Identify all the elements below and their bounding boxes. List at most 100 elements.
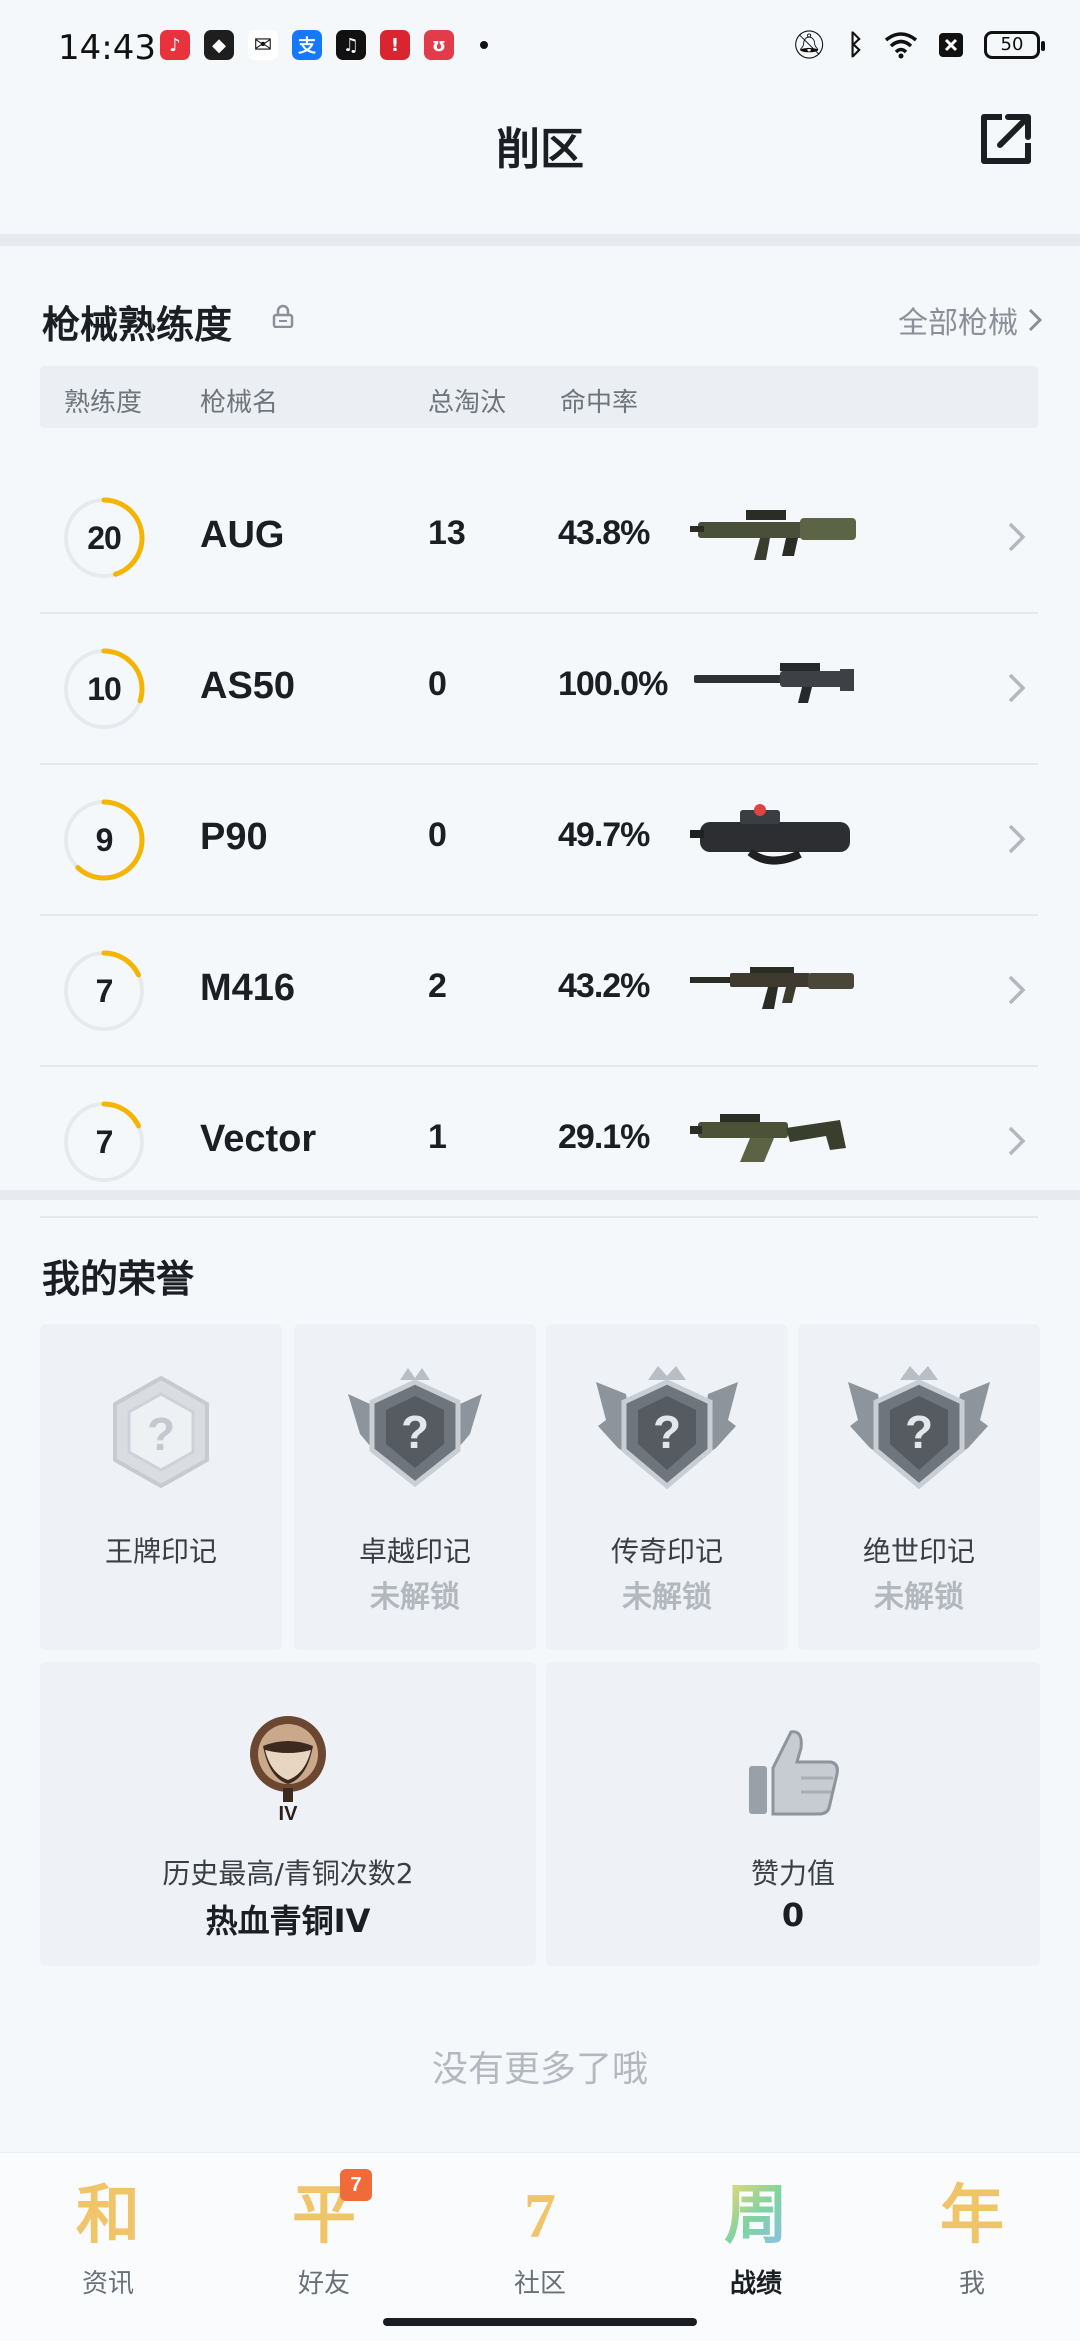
- honor-name: 传奇印记: [610, 1535, 723, 1568]
- status-bar: 14:43 ♪ ◆ ✉ 支 ♫ ! ʊ 🔕︎ ᛒ 50: [0, 0, 1080, 95]
- system-icons: 🔕︎ ᛒ 50: [792, 28, 1045, 61]
- proficiency-level: 7: [95, 1123, 114, 1160]
- weapon-image-icon: [690, 510, 856, 560]
- weapon-name: M416: [200, 967, 296, 1009]
- share-icon[interactable]: [974, 107, 1038, 171]
- me-icon: 年: [940, 2171, 1004, 2261]
- nav-item-stats[interactable]: 周 战绩: [676, 2171, 836, 2311]
- weapon-accuracy: 29.1%: [558, 1118, 650, 1156]
- rank-label: 历史最高/青铜次数2: [162, 1857, 414, 1890]
- weapon-row[interactable]: 7 M416 2 43.2%: [40, 915, 1038, 1067]
- weapon-accuracy: 43.2%: [558, 967, 650, 1005]
- weapon-image-icon: [690, 1114, 846, 1162]
- weapon-image-icon: [690, 967, 854, 1009]
- likes-card[interactable]: 赞力值 0: [546, 1662, 1040, 1966]
- nav-glyph: 年: [940, 2178, 1004, 2253]
- silver-winged-crown-badge-icon: ?: [596, 1366, 738, 1490]
- friends-badge: 7: [340, 2169, 372, 2201]
- nav-item-community[interactable]: 7 社区: [460, 2171, 620, 2311]
- rank-icon-text: IV: [279, 1803, 299, 1824]
- weapon-kills: 2: [428, 967, 447, 1005]
- column-name: 枪械名: [200, 388, 279, 418]
- news-icon: 和: [76, 2171, 140, 2261]
- column-accuracy: 命中率: [560, 388, 639, 418]
- weapon-row[interactable]: 20 AUG 13 43.8%: [40, 462, 1038, 614]
- nav-label: 社区: [513, 2269, 566, 2299]
- silver-winged-crown-badge-icon: ?: [848, 1366, 990, 1490]
- section-title: 我的荣誉: [42, 1257, 195, 1301]
- nav-item-friends[interactable]: 平7 好友: [244, 2169, 404, 2311]
- weapon-image-icon: [694, 663, 854, 703]
- red-app-icon: ʊ: [424, 30, 454, 60]
- weapon-row[interactable]: 10 AS50 0 100.0%: [40, 613, 1038, 765]
- nav-label: 我: [958, 2269, 985, 2299]
- nav-glyph: 7: [524, 2180, 556, 2251]
- svg-text:?: ?: [653, 1406, 681, 1458]
- community-icon: 7: [524, 2171, 556, 2261]
- weapon-row[interactable]: 9 P90 0 49.7%: [40, 764, 1038, 916]
- weapon-proficiency-section: 枪械熟练度 全部枪械 熟练度 枪械名 总淘汰 命中率 20 AUG 13 43.8% 1…: [0, 246, 1080, 1218]
- home-indicator[interactable]: [383, 2318, 697, 2326]
- weapon-name: AUG: [200, 514, 285, 556]
- sim-off-icon: [939, 32, 963, 57]
- chevron-right-icon: [1008, 824, 1026, 854]
- column-level: 熟练度: [64, 388, 143, 418]
- all-weapons-label: 全部枪械: [898, 306, 1018, 341]
- honor-name: 王牌印记: [104, 1535, 217, 1568]
- all-weapons-link[interactable]: 全部枪械: [898, 298, 1042, 342]
- weapon-image-icon: [690, 804, 850, 865]
- honors-section: 我的荣誉 ? 王牌印记 ? 卓越印记 未解锁 ? 传奇印记 未解锁 ? 绝世印记…: [0, 1200, 1080, 1990]
- alipay-icon: 支: [292, 30, 322, 60]
- honor-name: 绝世印记: [862, 1535, 975, 1568]
- lock-icon[interactable]: [272, 304, 294, 328]
- page-title: 削区: [496, 124, 584, 175]
- section-divider: [0, 234, 1080, 246]
- svg-text:?: ?: [147, 1408, 175, 1460]
- nav-item-news[interactable]: 和 资讯: [28, 2171, 188, 2311]
- battery-level: 50: [1000, 34, 1024, 55]
- nav-item-me[interactable]: 年 我: [892, 2171, 1052, 2311]
- honor-card-peerless[interactable]: ? 绝世印记 未解锁: [798, 1324, 1040, 1650]
- status-time: 14:43: [58, 28, 156, 68]
- locked-hexagon-question-icon: ?: [113, 1375, 209, 1489]
- section-divider: [0, 1190, 1080, 1200]
- honor-card-ace[interactable]: ? 王牌印记: [40, 1324, 282, 1650]
- rank-card[interactable]: IV 历史最高/青铜次数2 热血青铜IV: [40, 1662, 536, 1966]
- likes-label: 赞力值: [750, 1857, 835, 1890]
- nav-glyph: 周: [724, 2178, 788, 2253]
- honor-card-legend[interactable]: ? 传奇印记 未解锁: [546, 1324, 788, 1650]
- proficiency-level: 9: [95, 821, 114, 858]
- chevron-right-icon: [1008, 1126, 1026, 1156]
- proficiency-level: 20: [87, 519, 122, 556]
- battery-icon: 50: [984, 30, 1045, 59]
- weapon-name: Vector: [200, 1118, 317, 1160]
- no-more-text: 没有更多了哦: [431, 2049, 648, 2090]
- more-notifications-dot: [480, 41, 488, 49]
- weapon-name: P90: [200, 816, 268, 858]
- weapon-kills: 1: [428, 1118, 447, 1156]
- table-header: 熟练度 枪械名 总淘汰 命中率: [40, 366, 1038, 428]
- nav-label: 资讯: [81, 2269, 134, 2299]
- column-kills: 总淘汰: [428, 388, 507, 418]
- nav-label: 战绩: [729, 2269, 782, 2299]
- silver-crown-badge-icon: ?: [348, 1368, 482, 1488]
- nav-glyph: 和: [76, 2178, 140, 2253]
- weapon-accuracy: 49.7%: [558, 816, 650, 854]
- wifi-icon: [884, 31, 918, 58]
- weapon-kills: 0: [428, 665, 447, 703]
- friends-icon: 平7: [292, 2169, 372, 2261]
- svg-text:?: ?: [401, 1406, 429, 1458]
- honor-card-excellence[interactable]: ? 卓越印记 未解锁: [294, 1324, 536, 1650]
- rank-value: 热血青铜IV: [205, 1902, 371, 1940]
- music-app-icon: ♪: [160, 30, 190, 60]
- tiktok-icon: ♫: [336, 30, 366, 60]
- honor-status: 未解锁: [874, 1580, 964, 1615]
- bottom-nav: 和 资讯 平7 好友 7 社区 周 战绩 年 我: [0, 2152, 1080, 2341]
- stats-icon: 周: [724, 2171, 788, 2261]
- chevron-right-icon: [1008, 522, 1026, 552]
- page-header: 削区: [0, 95, 1080, 235]
- likes-value: 0: [781, 1896, 805, 1934]
- chevron-right-icon: [1008, 975, 1026, 1005]
- weapon-accuracy: 43.8%: [558, 514, 650, 552]
- thumbs-up-icon: [749, 1730, 839, 1816]
